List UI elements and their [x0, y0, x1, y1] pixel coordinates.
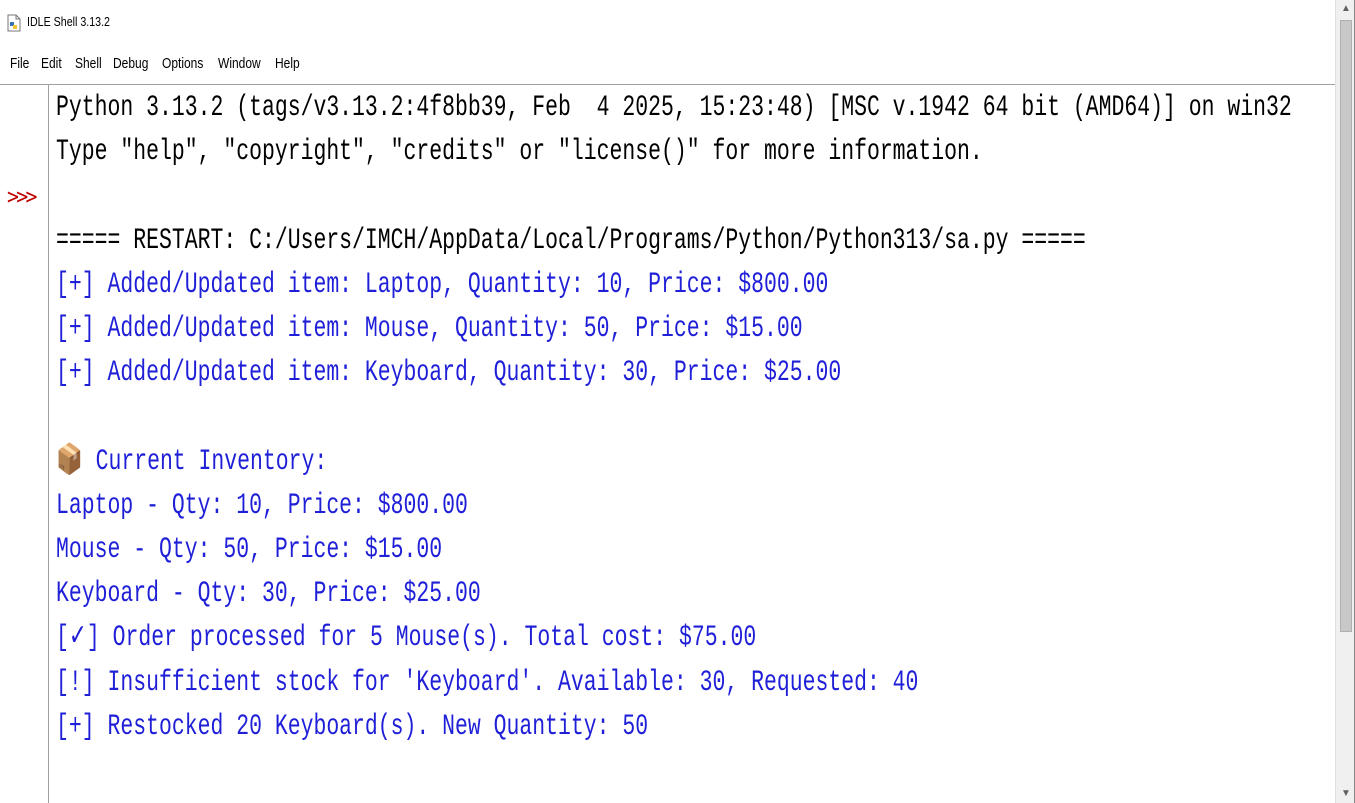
shell-output-line: [✓] Order processed for 5 Mouse(s). Tota…	[56, 621, 757, 656]
shell-prompt: >>>	[7, 185, 37, 210]
menu-help[interactable]: Help	[275, 55, 300, 72]
window-title: IDLE Shell 3.13.2	[27, 14, 110, 29]
shell-output-line: 📦 Current Inventory:	[56, 444, 328, 479]
shell-output-line: [+] Restocked 20 Keyboard(s). New Quanti…	[56, 709, 649, 744]
shell-frame: >>> Python 3.13.2 (tags/v3.13.2:4f8bb39,…	[0, 84, 1335, 803]
shell-output-line: Laptop - Qty: 10, Price: $800.00	[56, 488, 468, 523]
menu-options[interactable]: Options	[162, 55, 203, 72]
menu-bar: File Edit Shell Debug Options Window Hel…	[0, 52, 1355, 76]
shell-output-line: [+] Added/Updated item: Keyboard, Quanti…	[56, 356, 842, 391]
shell-output-line: Type "help", "copyright", "credits" or "…	[56, 135, 983, 170]
menu-edit[interactable]: Edit	[41, 55, 62, 72]
vertical-scrollbar[interactable]: ▲ ▼	[1335, 0, 1355, 803]
shell-text-area[interactable]: Python 3.13.2 (tags/v3.13.2:4f8bb39, Feb…	[56, 85, 1335, 803]
scroll-up-arrow-icon[interactable]: ▲	[1339, 2, 1353, 16]
shell-output-line: ===== RESTART: C:/Users/IMCH/AppData/Loc…	[56, 223, 1086, 258]
shell-output-line: [!] Insufficient stock for 'Keyboard'. A…	[56, 665, 919, 700]
title-bar[interactable]: IDLE Shell 3.13.2	[0, 0, 1355, 46]
scroll-down-arrow-icon[interactable]: ▼	[1339, 787, 1353, 801]
scroll-thumb[interactable]	[1340, 20, 1352, 632]
shell-output-line: Keyboard - Qty: 30, Price: $25.00	[56, 577, 481, 612]
shell-sidebar: >>>	[0, 85, 49, 803]
menu-debug[interactable]: Debug	[113, 55, 148, 72]
shell-output-line: [+] Added/Updated item: Mouse, Quantity:…	[56, 312, 803, 346]
menu-shell[interactable]: Shell	[75, 55, 102, 72]
menu-window[interactable]: Window	[218, 55, 261, 72]
shell-output-line: Mouse - Qty: 50, Price: $15.00	[56, 533, 443, 567]
python-file-icon	[7, 14, 21, 32]
menu-file[interactable]: File	[10, 55, 29, 72]
shell-output-line: Python 3.13.2 (tags/v3.13.2:4f8bb39, Feb…	[56, 91, 1292, 125]
shell-output-line: [+] Added/Updated item: Laptop, Quantity…	[56, 267, 829, 302]
